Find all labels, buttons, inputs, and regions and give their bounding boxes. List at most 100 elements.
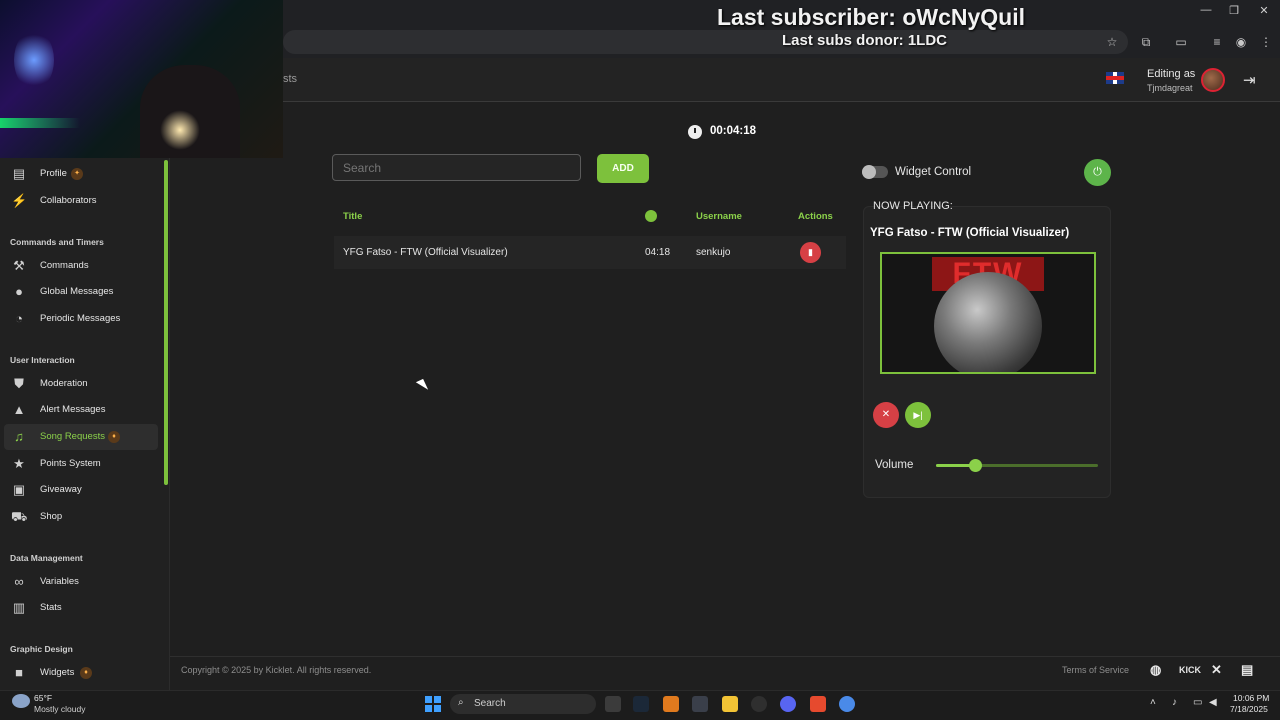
sidebar-item-giveaway[interactable]: ▣ Giveaway bbox=[4, 477, 158, 503]
last-subscriber-overlay: Last subscriber: oWcNyQuil bbox=[717, 4, 1026, 30]
tray-chevron-icon[interactable]: ˄ bbox=[1150, 697, 1156, 708]
sidebar-item-variables[interactable]: ∞ Variables bbox=[4, 569, 158, 595]
search-input[interactable] bbox=[332, 154, 581, 181]
collaborators-icon: ⚡ bbox=[11, 193, 28, 208]
sidebar-item-label: Profile bbox=[40, 168, 67, 179]
skip-next-icon: ▶| bbox=[913, 410, 923, 420]
restore-icon[interactable]: ❐ bbox=[1219, 4, 1249, 17]
editing-as-label: Editing as bbox=[1147, 68, 1196, 80]
minimize-icon[interactable]: — bbox=[1191, 4, 1221, 16]
media-controls-icon[interactable]: ≡ bbox=[1209, 34, 1225, 50]
close-icon[interactable]: ✕ bbox=[1249, 4, 1279, 17]
weather-description: Mostly cloudy bbox=[34, 704, 86, 714]
sidebar-item-label: Points System bbox=[40, 458, 101, 469]
widget-control-label: Widget Control bbox=[895, 166, 972, 178]
sidebar-item-alert-messages[interactable]: ▲ Alert Messages bbox=[4, 397, 158, 423]
column-header-username: Username bbox=[696, 211, 742, 222]
next-song-button[interactable]: ▶| bbox=[905, 402, 931, 428]
delete-song-button[interactable]: ▮ bbox=[800, 242, 821, 263]
app-icon-circle[interactable] bbox=[751, 696, 767, 712]
sidebar-item-label: Widgets bbox=[40, 667, 75, 678]
sidebar-item-periodic-messages[interactable]: ◔ Periodic Messages bbox=[4, 306, 158, 332]
skip-song-button[interactable]: ✕ bbox=[873, 402, 899, 428]
sidebar-item-collaborators[interactable]: ⚡ Collaborators bbox=[4, 188, 158, 214]
column-header-title: Title bbox=[343, 211, 363, 222]
windows-start-icon[interactable] bbox=[425, 696, 441, 712]
sidebar-item-commands[interactable]: ⚒ Commands bbox=[4, 253, 158, 279]
sidebar-item-label: Stats bbox=[40, 602, 62, 613]
sidebar-item-profile[interactable]: ▤ Profile ✦ bbox=[4, 161, 158, 187]
section-user-interaction: User Interaction bbox=[10, 355, 75, 365]
x-twitter-icon[interactable]: ✕ bbox=[1211, 662, 1222, 678]
app-icon-orange[interactable] bbox=[663, 696, 679, 712]
task-view-icon[interactable] bbox=[605, 696, 621, 712]
sidebar-item-label: Global Messages bbox=[40, 286, 114, 297]
person-card-icon: ▤ bbox=[12, 166, 26, 181]
sidebar-item-label: Commands bbox=[40, 260, 89, 271]
sidebar-scrollbar[interactable] bbox=[164, 160, 168, 485]
clock-icon: ◔ bbox=[15, 311, 23, 326]
sparkle-badge-icon: ✦ bbox=[71, 168, 83, 180]
gift-icon: ▣ bbox=[12, 482, 26, 497]
steam-icon[interactable] bbox=[633, 696, 649, 712]
sidebar-item-shop[interactable]: ⛟ Shop bbox=[4, 504, 158, 530]
section-data-management: Data Management bbox=[10, 553, 83, 563]
taskbar-search-box[interactable] bbox=[450, 694, 596, 714]
queue-timer: 00:04:18 bbox=[710, 125, 757, 137]
taskbar-date: 7/18/2025 bbox=[1230, 704, 1268, 714]
now-playing-label: NOW PLAYING: bbox=[873, 200, 953, 212]
header-tab-partial[interactable]: sts bbox=[283, 73, 297, 85]
song-title-cell: YFG Fatso - FTW (Official Visualizer) bbox=[343, 247, 508, 258]
bookmark-star-icon[interactable]: ☆ bbox=[1104, 34, 1120, 50]
kick-icon[interactable]: KICK bbox=[1179, 665, 1201, 675]
app-icon-hex[interactable] bbox=[692, 696, 708, 712]
album-art: FTW bbox=[880, 252, 1096, 374]
speaker-icon[interactable]: ◀ bbox=[1209, 697, 1217, 708]
sidebar-item-song-requests[interactable]: ♫ Song Requests ♦ bbox=[4, 424, 158, 450]
sidebar-item-label: Variables bbox=[40, 576, 79, 587]
volume-slider-thumb[interactable] bbox=[968, 459, 982, 472]
discord-taskbar-icon[interactable] bbox=[780, 696, 796, 712]
column-header-actions: Actions bbox=[798, 211, 833, 222]
music-note-icon: ♫ bbox=[14, 429, 24, 444]
sidebar-item-label: Periodic Messages bbox=[40, 313, 121, 324]
file-explorer-icon[interactable] bbox=[722, 696, 738, 712]
document-icon[interactable]: ▤ bbox=[1241, 662, 1253, 678]
uk-flag-icon[interactable] bbox=[1106, 72, 1124, 84]
split-view-icon[interactable]: ▭ bbox=[1173, 34, 1189, 50]
chat-bubble-icon: ● bbox=[15, 284, 23, 299]
brave-browser-icon[interactable] bbox=[810, 696, 826, 712]
sidebar-item-moderation[interactable]: ⛊ Moderation bbox=[4, 371, 158, 397]
sidebar-item-points-system[interactable]: ★ Points System bbox=[4, 451, 158, 477]
extensions-icon[interactable]: ⧉ bbox=[1138, 34, 1154, 50]
taskbar-search-text: Search bbox=[474, 698, 506, 709]
discord-icon[interactable]: ◍ bbox=[1150, 662, 1161, 678]
profile-icon[interactable]: ◉ bbox=[1233, 34, 1249, 50]
network-icon[interactable]: ▭ bbox=[1193, 697, 1202, 708]
microphone-icon[interactable]: ♪ bbox=[1172, 697, 1177, 708]
sidebar-item-label: Song Requests bbox=[40, 431, 105, 442]
sidebar-item-global-messages[interactable]: ● Global Messages bbox=[4, 279, 158, 305]
now-playing-title: YFG Fatso - FTW (Official Visualizer) bbox=[870, 227, 1070, 239]
shield-icon: ⛊ bbox=[14, 376, 24, 391]
sidebar-item-widgets[interactable]: ■ Widgets ♦ bbox=[4, 660, 158, 686]
logout-icon[interactable]: ⇥ bbox=[1243, 71, 1256, 89]
section-commands-timers: Commands and Timers bbox=[10, 237, 104, 247]
cart-icon: ⛟ bbox=[11, 509, 28, 524]
volume-slider[interactable] bbox=[936, 459, 1098, 472]
avatar[interactable] bbox=[1201, 68, 1225, 92]
song-duration-cell: 04:18 bbox=[645, 247, 671, 258]
sidebar-item-stats[interactable]: ▥ Stats bbox=[4, 595, 158, 621]
widget-control-toggle[interactable] bbox=[862, 165, 888, 179]
power-button[interactable]: ⏻ bbox=[1084, 159, 1111, 186]
weather-cloud-icon[interactable] bbox=[12, 694, 30, 708]
terms-of-service-link[interactable]: Terms of Service bbox=[1062, 665, 1129, 675]
sidebar-item-label: Shop bbox=[40, 511, 63, 522]
add-button[interactable]: ADD bbox=[597, 154, 649, 183]
address-bar[interactable] bbox=[283, 30, 1128, 54]
weather-temperature: 65°F bbox=[34, 693, 53, 703]
menu-icon[interactable]: ⋮ bbox=[1258, 34, 1274, 50]
chrome-icon[interactable] bbox=[839, 696, 855, 712]
bar-chart-icon: ▥ bbox=[12, 600, 26, 615]
star-icon: ★ bbox=[13, 456, 25, 471]
